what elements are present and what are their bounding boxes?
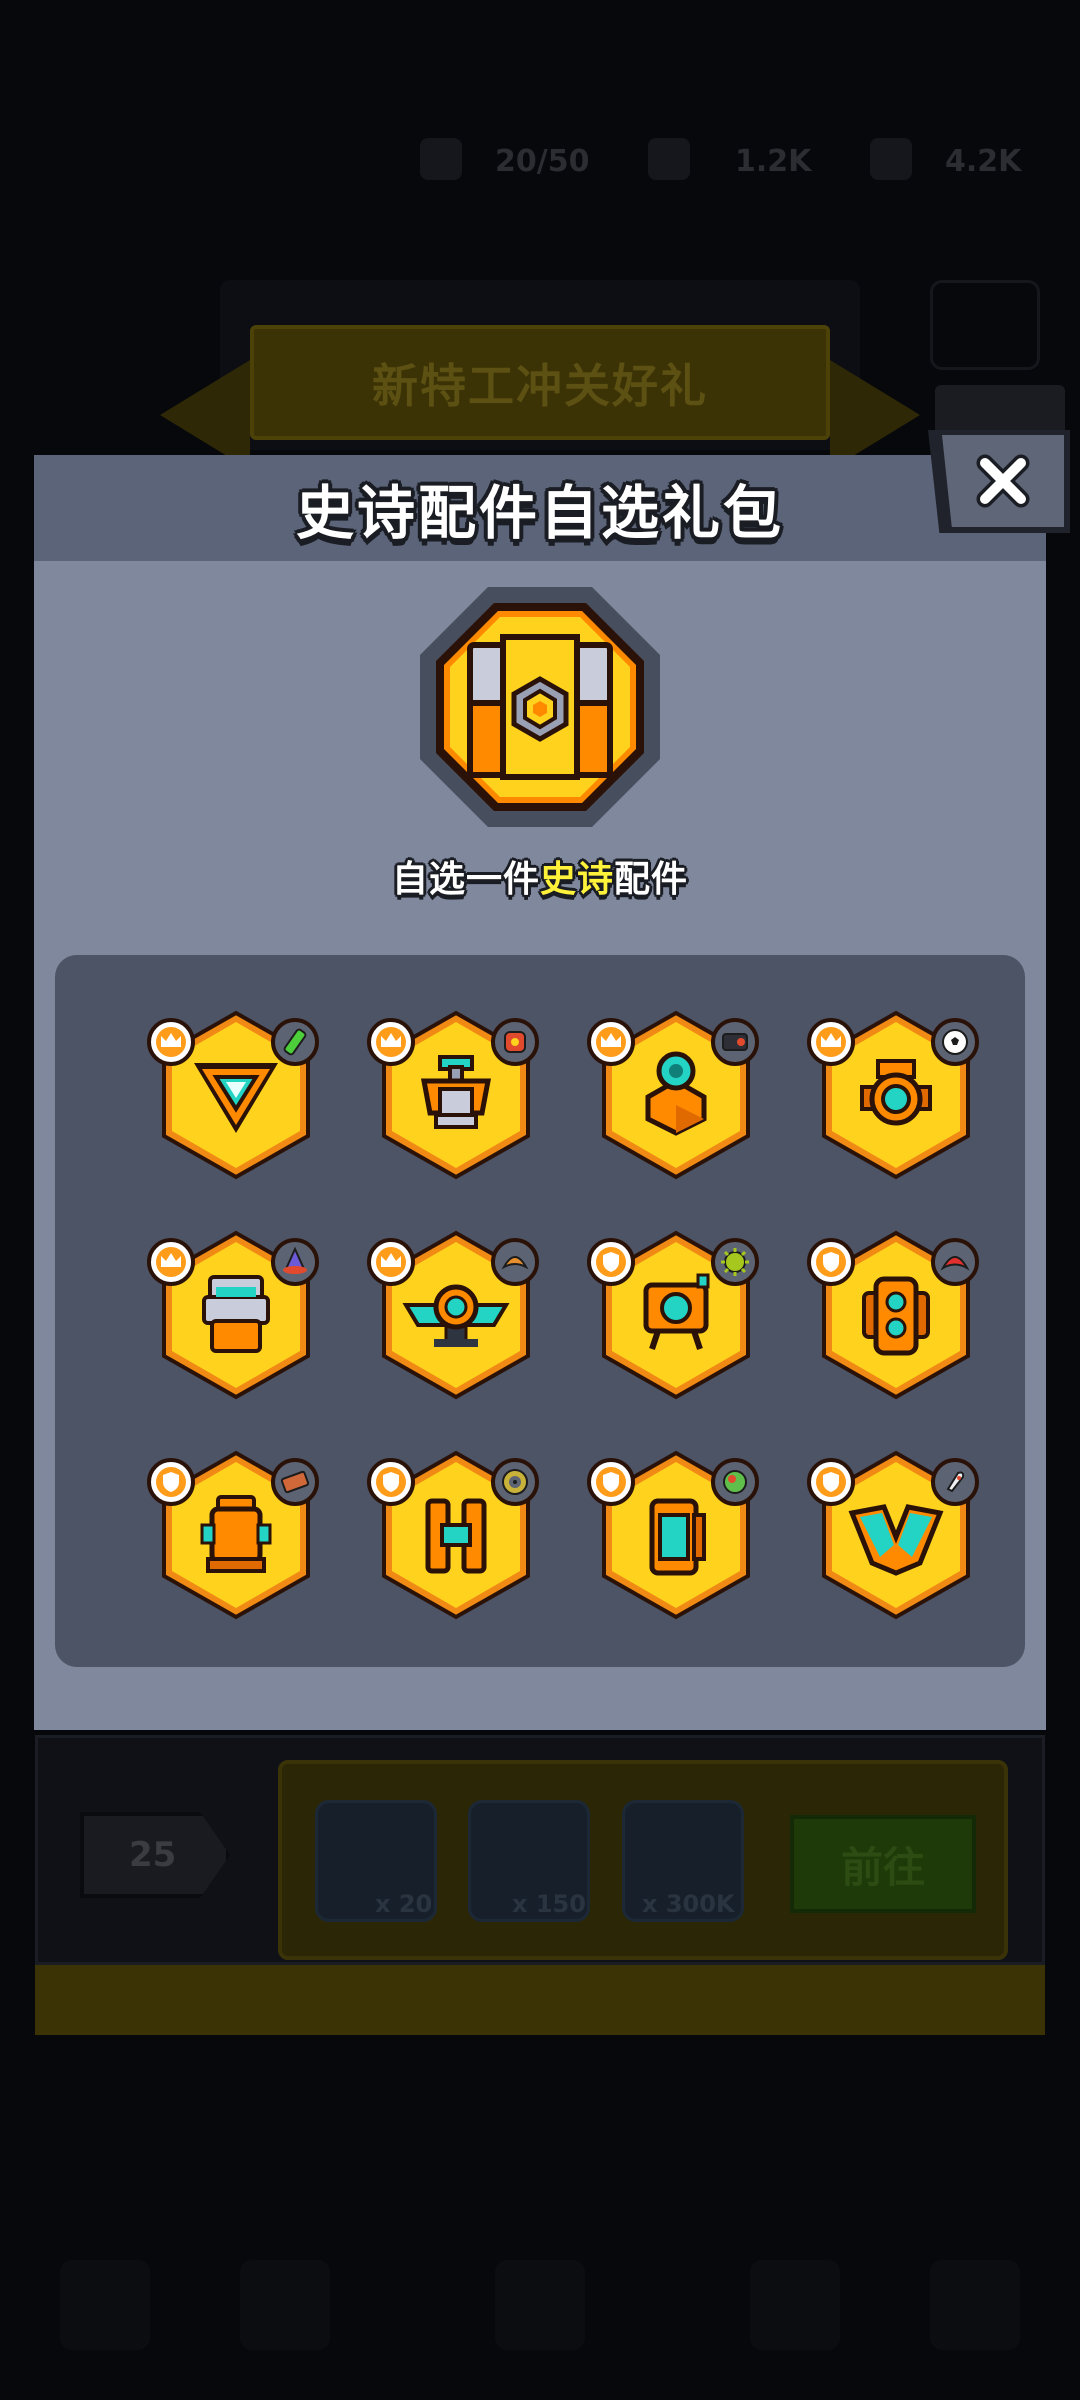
gear-item-7[interactable]	[586, 1225, 766, 1405]
close-button[interactable]	[928, 430, 1070, 533]
gear-item-10[interactable]	[366, 1445, 546, 1625]
gold-icon	[870, 138, 912, 180]
epic-chest-icon	[418, 585, 662, 829]
soccer-ball-icon	[930, 1017, 980, 1067]
reward-count: x 20	[375, 1890, 433, 1918]
shield-rank-icon	[366, 1457, 416, 1507]
crown-rank-icon	[366, 1237, 416, 1287]
crown-rank-icon	[366, 1017, 416, 1067]
epic-gear-selection-dialog: 史诗配件自选礼包 自选一件史诗配件	[34, 455, 1046, 1730]
gear-item-11[interactable]	[586, 1445, 766, 1625]
shield-rank-icon	[806, 1237, 856, 1287]
red-helmet-icon	[930, 1237, 980, 1287]
gem-icon	[648, 138, 690, 180]
planet-icon	[710, 1457, 760, 1507]
shield-icon	[930, 280, 1040, 370]
progress-strip	[35, 1965, 1045, 2035]
gem-count: 1.2K	[735, 144, 812, 179]
target-icon	[490, 1457, 540, 1507]
event-banner: 新特工冲关好礼	[250, 325, 830, 440]
wizard-hat-icon	[270, 1237, 320, 1287]
subtitle-prefix: 自选一件	[391, 859, 540, 900]
rocket-icon	[930, 1457, 980, 1507]
level-number: 25	[129, 1835, 177, 1875]
nav-evolve-icon	[930, 2260, 1020, 2350]
green-bottle-icon	[270, 1017, 320, 1067]
nav-equipment-icon	[240, 2260, 330, 2350]
dialog-header: 史诗配件自选礼包	[34, 455, 1046, 561]
reward-count: x 150	[512, 1890, 586, 1918]
croissant-icon	[490, 1237, 540, 1287]
close-icon	[976, 454, 1030, 508]
subtitle-suffix: 配件	[614, 859, 689, 900]
side-shield-icon	[649, 1498, 706, 1576]
gear-item-1[interactable]	[146, 1005, 326, 1185]
nav-battle-icon	[495, 2260, 585, 2350]
crown-rank-icon	[146, 1017, 196, 1067]
shield-rank-icon	[586, 1457, 636, 1507]
gear-item-2[interactable]	[366, 1005, 546, 1185]
banner-ribbon-right	[830, 360, 920, 470]
reward-count: x 300K	[642, 1890, 735, 1918]
gear-item-6[interactable]	[366, 1225, 546, 1405]
gear-grid	[55, 955, 1025, 1667]
red-bag-icon	[490, 1017, 540, 1067]
gear-item-12[interactable]	[806, 1445, 986, 1625]
crown-rank-icon	[146, 1237, 196, 1287]
gear-item-4[interactable]	[806, 1005, 986, 1185]
energy-count: 20/50	[495, 144, 590, 179]
resource-bar: 20/50 1.2K 4.2K	[0, 130, 1080, 200]
gear-item-5[interactable]	[146, 1225, 326, 1405]
close-button-face[interactable]	[942, 435, 1064, 527]
shield-rank-icon	[586, 1237, 636, 1287]
gold-count: 4.2K	[945, 144, 1022, 179]
go-button-label: 前往	[840, 1842, 925, 1892]
gear-item-8[interactable]	[806, 1225, 986, 1405]
shield-rank-icon	[146, 1457, 196, 1507]
subtitle-highlight: 史诗	[539, 859, 614, 900]
twin-light-icon	[862, 1276, 930, 1356]
energy-icon	[420, 138, 462, 180]
gear-item-3[interactable]	[586, 1005, 766, 1185]
virus-icon	[710, 1237, 760, 1287]
dialog-title: 史诗配件自选礼包	[295, 479, 784, 547]
gear-item-9[interactable]	[146, 1445, 326, 1625]
dialog-subtitle: 自选一件史诗配件	[34, 850, 1046, 902]
shield-rank-icon	[806, 1457, 856, 1507]
crown-rank-icon	[806, 1017, 856, 1067]
event-banner-title: 新特工冲关好礼	[372, 358, 708, 413]
nav-shop-icon	[60, 2260, 150, 2350]
brick-icon	[270, 1457, 320, 1507]
banner-ribbon-left	[160, 360, 250, 470]
robot-head-icon	[202, 1275, 270, 1353]
go-button: 前往	[790, 1815, 976, 1913]
nav-talent-icon	[750, 2260, 840, 2350]
level-flag: 25	[80, 1812, 230, 1898]
speaker-icon	[710, 1017, 760, 1067]
crown-rank-icon	[586, 1017, 636, 1067]
